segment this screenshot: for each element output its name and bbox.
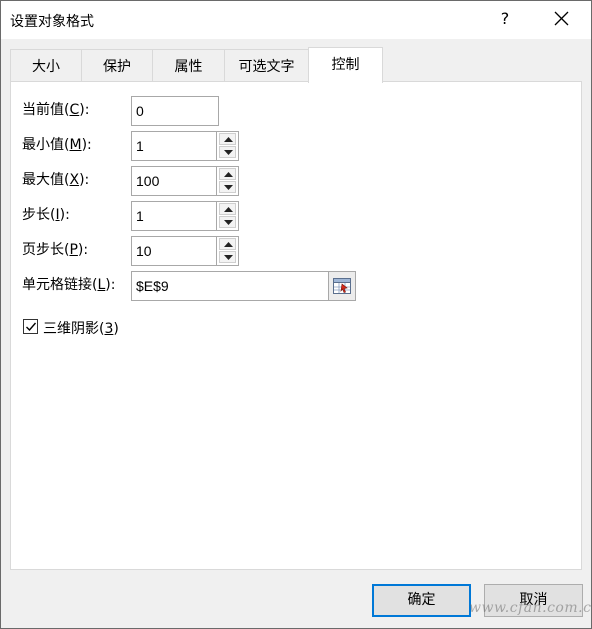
- 3d-shading-label[interactable]: 三维阴影(3): [43, 318, 119, 338]
- page-step-down-button[interactable]: [219, 251, 236, 263]
- max-value-input[interactable]: 100: [131, 166, 217, 196]
- tab-control[interactable]: 控制: [308, 47, 383, 83]
- control-panel: 当前值(C): 0 最小值(M): 1 最大值(X): 100 步长(I): 1…: [10, 81, 582, 570]
- ok-button[interactable]: 确定: [372, 584, 471, 617]
- range-select-icon: [333, 278, 351, 294]
- current-value-label: 当前值(C):: [22, 102, 90, 118]
- checkmark-icon: [26, 322, 37, 332]
- max-value-up-button[interactable]: [219, 168, 236, 180]
- cell-link-input[interactable]: $E$9: [131, 271, 329, 301]
- dialog-title: 设置对象格式: [10, 14, 94, 30]
- arrow-down-icon: [224, 150, 233, 155]
- arrow-up-icon: [224, 137, 233, 142]
- 3d-shading-checkbox[interactable]: [23, 319, 38, 334]
- tab-bar: 大小 保护 属性 可选文字 控制: [10, 47, 390, 83]
- arrow-down-icon: [224, 185, 233, 190]
- page-step-label: 页步长(P):: [22, 242, 89, 258]
- page-step-input[interactable]: 10: [131, 236, 217, 266]
- close-button[interactable]: [543, 3, 581, 35]
- min-value-down-button[interactable]: [219, 146, 236, 158]
- max-value-down-button[interactable]: [219, 181, 236, 193]
- step-down-button[interactable]: [219, 216, 236, 228]
- close-icon: [554, 11, 569, 26]
- step-spinner: [216, 201, 239, 231]
- step-input[interactable]: 1: [131, 201, 217, 231]
- arrow-up-icon: [224, 242, 233, 247]
- max-value-label: 最大值(X):: [22, 172, 90, 188]
- current-value-input[interactable]: 0: [131, 96, 219, 126]
- arrow-up-icon: [224, 207, 233, 212]
- tab-properties[interactable]: 属性: [152, 49, 225, 82]
- tab-size[interactable]: 大小: [10, 49, 82, 82]
- format-object-dialog: 设置对象格式 ? 大小 保护 属性 可选文字 控制 当前值(C): 0 最小值(…: [0, 0, 592, 629]
- min-value-spinner: [216, 131, 239, 161]
- tab-protection[interactable]: 保护: [81, 49, 153, 82]
- step-label: 步长(I):: [22, 207, 70, 223]
- arrow-down-icon: [224, 255, 233, 260]
- min-value-up-button[interactable]: [219, 133, 236, 145]
- min-value-input[interactable]: 1: [131, 131, 217, 161]
- cell-link-label: 单元格链接(L):: [22, 277, 116, 293]
- arrow-down-icon: [224, 220, 233, 225]
- step-up-button[interactable]: [219, 203, 236, 215]
- min-value-label: 最小值(M):: [22, 137, 92, 153]
- page-step-spinner: [216, 236, 239, 266]
- arrow-up-icon: [224, 172, 233, 177]
- watermark-text: www.cfan.com.cn: [469, 600, 592, 616]
- help-button[interactable]: ?: [488, 3, 522, 35]
- page-step-up-button[interactable]: [219, 238, 236, 250]
- max-value-spinner: [216, 166, 239, 196]
- title-bar: 设置对象格式 ?: [1, 1, 591, 39]
- tab-alt-text[interactable]: 可选文字: [224, 49, 309, 82]
- cell-reference-button[interactable]: [328, 271, 356, 301]
